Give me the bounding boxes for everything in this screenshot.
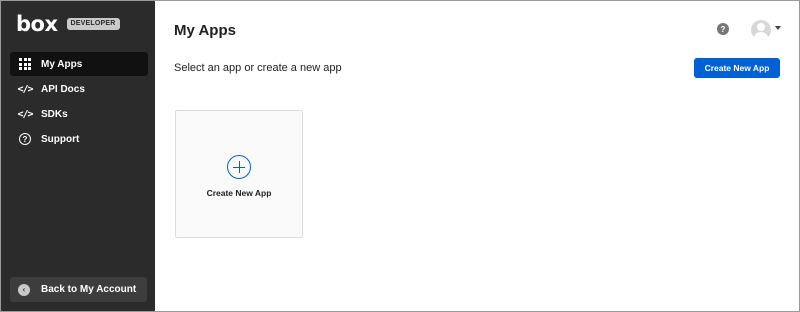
create-new-app-button[interactable]: Create New App [694, 58, 780, 78]
sidebar-item-sdks[interactable]: </> SDKs [10, 102, 148, 126]
sidebar-item-label: Support [41, 133, 80, 145]
help-circle-icon: ? [18, 132, 32, 146]
back-to-account-button[interactable]: ‹ Back to My Account [10, 277, 147, 302]
chevron-down-icon[interactable] [775, 26, 781, 30]
create-new-app-card[interactable]: Create New App [175, 110, 303, 238]
sidebar-item-label: API Docs [41, 83, 85, 95]
developer-badge: DEVELOPER [66, 18, 120, 30]
code-icon: </> [17, 108, 33, 120]
box-logo: box [16, 12, 58, 36]
avatar-head [757, 23, 765, 31]
brand[interactable]: box DEVELOPER [16, 13, 120, 35]
sidebar-item-label: My Apps [41, 58, 83, 70]
page-title: My Apps [174, 22, 236, 39]
page-subtitle: Select an app or create a new app [174, 62, 342, 74]
card-label: Create New App [206, 188, 272, 198]
app-window: box DEVELOPER My Apps </> API Docs </> S… [0, 0, 800, 312]
sidebar-item-my-apps[interactable]: My Apps [10, 52, 148, 76]
sidebar-nav: My Apps </> API Docs </> SDKs ? Support [10, 52, 148, 152]
plus-circle-icon [227, 155, 251, 179]
code-icon: </> [17, 83, 33, 95]
avatar[interactable] [751, 20, 771, 40]
back-arrow-icon: ‹ [18, 283, 30, 296]
grid-icon [18, 57, 32, 71]
sidebar: box DEVELOPER My Apps </> API Docs </> S… [1, 1, 155, 311]
avatar-body [754, 32, 768, 40]
back-button-label: Back to My Account [41, 284, 137, 295]
sidebar-item-support[interactable]: ? Support [10, 127, 148, 151]
main-content: My Apps ? Select an app or create a new … [155, 1, 799, 311]
help-icon[interactable]: ? [717, 23, 729, 35]
sidebar-item-label: SDKs [41, 108, 68, 120]
sidebar-item-api-docs[interactable]: </> API Docs [10, 77, 148, 101]
